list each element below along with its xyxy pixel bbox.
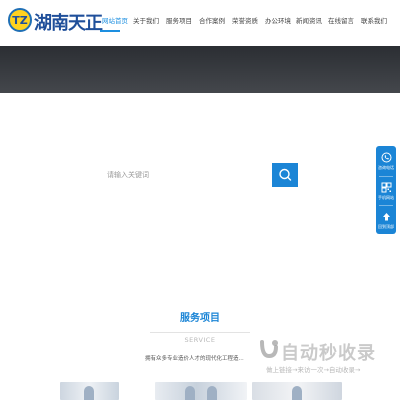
main-nav: 网站首页 关于我们 服务项目 合作案例 荣誉资质 办公环境 新闻资讯 在线留言 … [96,14,396,28]
service-thumbnail[interactable] [60,382,119,400]
person-figure [292,386,302,400]
arrow-up-icon [382,213,390,221]
search-icon [279,168,292,181]
nav-item-cases[interactable]: 合作案例 [199,14,225,28]
person-figure [207,386,217,400]
services-description: 拥有众多专业造价人才的现代化工程造... [145,356,244,362]
person-figure [84,386,94,400]
logo-text: 湖南天正 [34,13,103,34]
hero-banner [0,46,400,93]
watermark-logo-icon [260,340,278,359]
float-item-top[interactable]: 回到顶部 [376,206,396,235]
page: TZ 湖南天正 网站首页 关于我们 服务项目 合作案例 荣誉资质 办公环境 新闻… [0,0,400,400]
service-thumbnail[interactable] [252,382,342,400]
search-button[interactable] [272,163,298,187]
phone-icon [381,152,391,163]
watermark: 自动秒收录 做上链接→来访一次→自动收录→ [258,338,388,378]
float-label-mobile: 手机网站 [378,195,394,200]
float-item-mobile[interactable]: 手机网站 [376,177,396,206]
floating-sidebar: 咨询电话 手机网站 回到顶部 [376,146,396,234]
float-label-top: 回到顶部 [378,224,394,229]
nav-item-about[interactable]: 关于我们 [133,14,159,28]
nav-item-services[interactable]: 服务项目 [166,14,192,28]
services-title: 服务项目 [180,313,220,324]
nav-item-contact[interactable]: 联系我们 [361,14,387,28]
nav-item-message[interactable]: 在线留言 [328,14,354,28]
nav-item-office[interactable]: 办公环境 [265,14,291,28]
service-thumbnail[interactable] [155,382,247,400]
site-logo[interactable]: TZ 湖南天正 [8,6,103,38]
watermark-slogan: 做上链接→来访一次→自动收录→ [266,366,361,374]
nav-item-honors[interactable]: 荣誉资质 [232,14,258,28]
logo-mark-text: TZ [12,13,28,27]
services-divider [150,332,250,333]
site-header: TZ 湖南天正 网站首页 关于我们 服务项目 合作案例 荣誉资质 办公环境 新闻… [0,0,400,46]
qrcode-icon [381,182,391,193]
float-label-phone: 咨询电话 [378,165,394,170]
watermark-brand: 自动秒收录 [281,343,376,364]
search-input[interactable] [101,163,271,187]
nav-item-home[interactable]: 网站首页 [102,14,128,28]
nav-active-underline [100,30,120,32]
float-item-phone[interactable]: 咨询电话 [376,147,396,176]
logo-mark-icon: TZ [8,8,32,32]
person-figure [185,386,195,400]
nav-item-news[interactable]: 新闻资讯 [296,14,322,28]
